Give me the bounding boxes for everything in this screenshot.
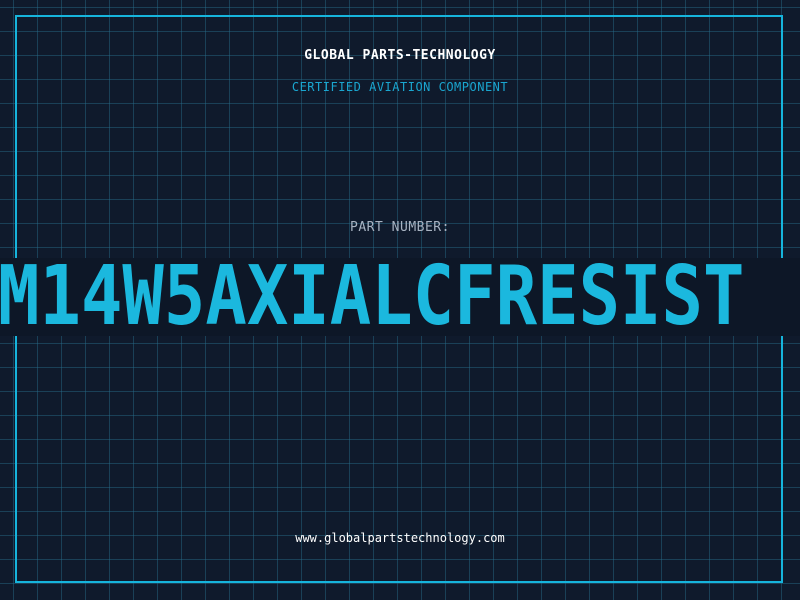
part-number-value: M14W5AXIALCFRESIST [0, 258, 745, 336]
part-label-card: GLOBAL PARTS-TECHNOLOGY CERTIFIED AVIATI… [0, 0, 800, 600]
website-url: www.globalpartstechnology.com [295, 531, 505, 545]
part-number-band: M14W5AXIALCFRESIST [0, 258, 800, 336]
part-number-label: PART NUMBER: [350, 220, 450, 235]
company-name: GLOBAL PARTS-TECHNOLOGY [304, 48, 496, 63]
certification-subtitle: CERTIFIED AVIATION COMPONENT [291, 80, 509, 94]
